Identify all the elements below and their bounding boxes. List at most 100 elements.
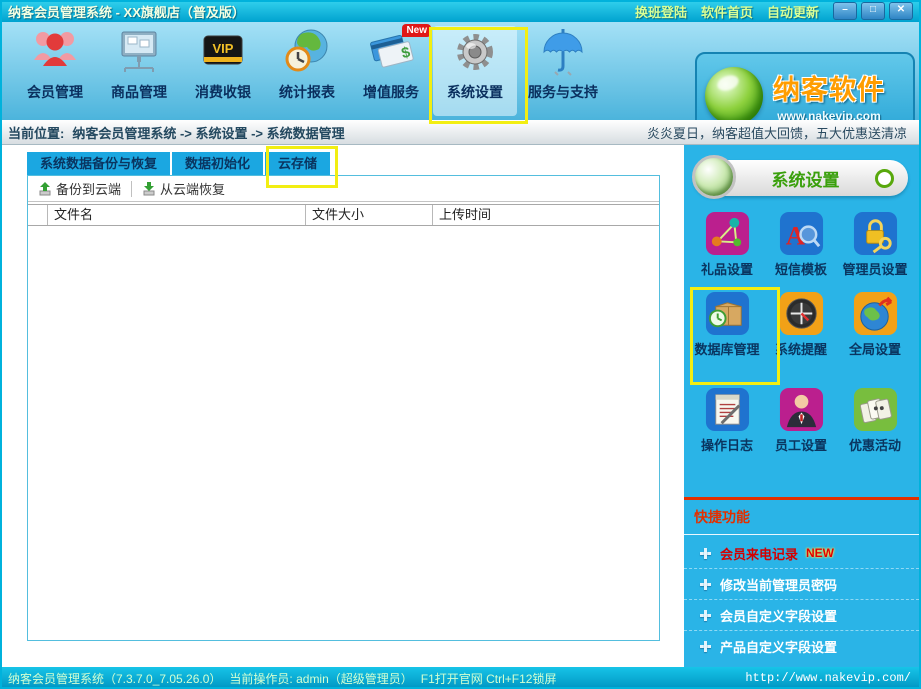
sidebar-item-staff-settings[interactable]: 员工设置 <box>764 386 838 454</box>
svg-text:VIP: VIP <box>213 41 234 56</box>
main-toolbar: 会员管理 商品管理 VIP 消费收银 统计报表 New <box>0 22 921 121</box>
settings-sidebar: 系统设置 礼品设置 A 短信模板 <box>684 145 919 667</box>
file-table-header: 文件名 文件大小 上传时间 <box>28 204 659 226</box>
column-filesize[interactable]: 文件大小 <box>306 205 433 225</box>
reminder-icon <box>778 290 825 337</box>
toolbar-label: 消费收银 <box>195 82 251 102</box>
sidebar-item-label: 优惠活动 <box>849 435 901 454</box>
green-ring-icon <box>875 169 894 188</box>
cloud-backup-icon <box>38 182 52 196</box>
shift-login-link[interactable]: 换班登陆 <box>635 2 687 21</box>
quick-item-product-custom-fields[interactable]: 产品自定义字段设置 <box>684 631 919 661</box>
column-uploadtime[interactable]: 上传时间 <box>433 205 659 225</box>
action-label: 备份到云端 <box>56 179 121 198</box>
sidebar-item-operation-log[interactable]: 操作日志 <box>690 386 764 454</box>
toolbar-label: 服务与支持 <box>528 82 598 102</box>
backup-to-cloud-button[interactable]: 备份到云端 <box>28 176 131 201</box>
sidebar-item-promotion[interactable]: 优惠活动 <box>838 386 912 454</box>
tab-data-init[interactable]: 数据初始化 <box>172 152 263 175</box>
content-tabs: 系统数据备份与恢复 数据初始化 云存储 <box>27 152 332 175</box>
brand-name: 纳客软件 <box>773 68 885 107</box>
members-icon <box>30 26 80 78</box>
products-icon <box>114 26 164 78</box>
quick-functions-title: 快捷功能 <box>694 507 750 527</box>
status-hotkeys: F1打开官网 Ctrl+F12锁屏 <box>421 670 557 687</box>
cloud-storage-panel: 备份到云端 从云端恢复 文件名 文件大小 上传时间 <box>27 175 660 641</box>
status-operator: 当前操作员: admin（超级管理员） <box>229 670 412 687</box>
restore-from-cloud-button[interactable]: 从云端恢复 <box>132 176 235 201</box>
sidebar-item-label: 数据库管理 <box>694 339 759 358</box>
auto-update-link[interactable]: 自动更新 <box>767 2 819 21</box>
sidebar-item-sms-template[interactable]: A 短信模板 <box>764 210 838 278</box>
quick-item-member-call-log[interactable]: 会员来电记录 NEW <box>684 538 919 569</box>
logo-orb-icon <box>705 67 763 125</box>
plus-icon <box>700 641 711 652</box>
sidebar-item-label: 短信模板 <box>775 259 827 278</box>
toolbar-item-reports[interactable]: 统计报表 <box>265 26 349 116</box>
plus-icon <box>700 579 711 590</box>
sidebar-item-global-settings[interactable]: 全局设置 <box>838 290 912 358</box>
sidebar-header: 系统设置 <box>694 160 908 196</box>
divider <box>684 497 919 500</box>
support-umbrella-icon <box>538 26 588 78</box>
new-tag: NEW <box>806 546 834 560</box>
sidebar-item-label: 员工设置 <box>775 435 827 454</box>
cashier-icon: VIP <box>198 26 248 78</box>
toolbar-item-products[interactable]: 商品管理 <box>97 26 181 116</box>
gift-settings-icon <box>704 210 751 257</box>
titlebar: 纳客会员管理系统 - XX旗舰店（普及版） 换班登陆 软件首页 自动更新 – □… <box>0 0 921 22</box>
sidebar-item-label: 全局设置 <box>849 339 901 358</box>
cloud-restore-icon <box>142 182 156 196</box>
sidebar-item-database[interactable]: 数据库管理 <box>690 290 764 358</box>
sms-template-icon: A <box>778 210 825 257</box>
status-website-link[interactable]: http://www.nakevip.com/ <box>745 671 911 685</box>
toolbar-item-members[interactable]: 会员管理 <box>13 26 97 116</box>
settings-gear-icon <box>450 26 500 78</box>
quick-functions-list: 会员来电记录 NEW 修改当前管理员密码 会员自定义字段设置 产品自定义字段设置 <box>684 538 919 661</box>
sidebar-item-label: 系统提醒 <box>775 339 827 358</box>
plus-icon <box>700 610 711 621</box>
toolbar-label: 增值服务 <box>363 82 419 102</box>
promo-marquee: 炎炎夏日，纳客超值大回馈，五大优惠送清凉 <box>647 123 907 142</box>
window-title: 纳客会员管理系统 - XX旗舰店（普及版） <box>8 2 245 21</box>
breadcrumb-bar: 当前位置: 纳客会员管理系统 -> 系统设置 -> 系统数据管理 炎炎夏日，纳客… <box>0 120 921 145</box>
sidebar-item-admin-settings[interactable]: 管理员设置 <box>838 210 912 278</box>
minimize-button[interactable]: – <box>833 2 857 20</box>
maximize-button[interactable]: □ <box>861 2 885 20</box>
database-icon <box>704 290 751 337</box>
toolbar-item-support[interactable]: 服务与支持 <box>521 26 605 116</box>
column-filename[interactable]: 文件名 <box>48 205 306 225</box>
toolbar-item-value-services[interactable]: New $ 增值服务 <box>349 26 433 116</box>
software-home-link[interactable]: 软件首页 <box>701 2 753 21</box>
sidebar-header-title: 系统设置 <box>736 166 875 191</box>
toolbar-item-settings[interactable]: 系统设置 <box>433 26 517 116</box>
sidebar-item-label: 操作日志 <box>701 435 753 454</box>
breadcrumb-path: 纳客会员管理系统 -> 系统设置 -> 系统数据管理 <box>72 123 344 142</box>
operation-log-icon <box>704 386 751 433</box>
divider <box>684 534 919 535</box>
select-all-column[interactable] <box>28 205 48 225</box>
breadcrumb-label: 当前位置: <box>8 123 64 142</box>
plus-icon <box>700 548 711 559</box>
close-button[interactable]: ✕ <box>889 2 913 20</box>
tab-backup-restore[interactable]: 系统数据备份与恢复 <box>27 152 170 175</box>
admin-settings-icon <box>852 210 899 257</box>
sidebar-item-label: 礼品设置 <box>701 259 753 278</box>
new-badge: New <box>402 24 431 37</box>
quick-item-change-admin-password[interactable]: 修改当前管理员密码 <box>684 569 919 600</box>
toolbar-label: 商品管理 <box>111 82 167 102</box>
quick-item-member-custom-fields[interactable]: 会员自定义字段设置 <box>684 600 919 631</box>
sidebar-item-gift-settings[interactable]: 礼品设置 <box>690 210 764 278</box>
action-label: 从云端恢复 <box>160 179 225 198</box>
toolbar-label: 统计报表 <box>279 82 335 102</box>
green-orb-icon <box>692 155 736 199</box>
promotion-icon <box>852 386 899 433</box>
toolbar-label: 系统设置 <box>447 82 503 102</box>
toolbar-label: 会员管理 <box>27 82 83 102</box>
reports-icon <box>282 26 332 78</box>
status-version: 纳客会员管理系统（7.3.7.0_7.05.26.0） <box>8 670 221 687</box>
toolbar-item-cashier[interactable]: VIP 消费收银 <box>181 26 265 116</box>
sidebar-item-reminder[interactable]: 系统提醒 <box>764 290 838 358</box>
status-bar: 纳客会员管理系统（7.3.7.0_7.05.26.0） 当前操作员: admin… <box>0 667 921 689</box>
tab-cloud-storage[interactable]: 云存储 <box>265 152 330 175</box>
